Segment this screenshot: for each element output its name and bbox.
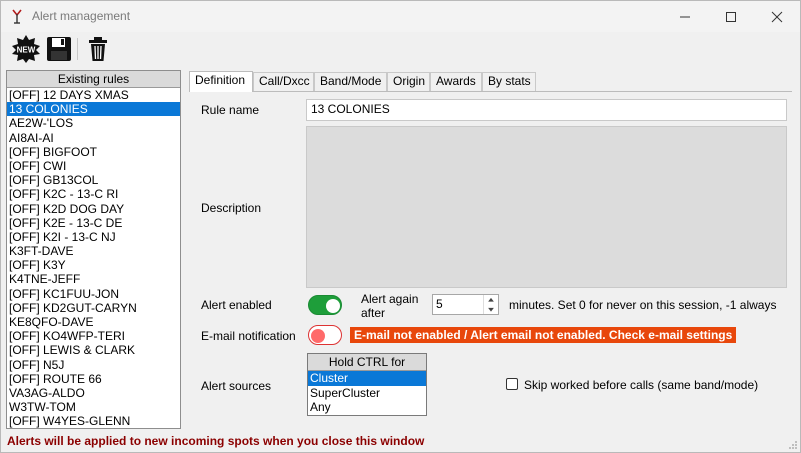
alert-management-window: Alert management NEW Existing rules [OFF… xyxy=(0,0,801,453)
tab-band-mode[interactable]: Band/Mode xyxy=(314,72,387,91)
rule-list-item[interactable]: [OFF] K2C - 13-C RI xyxy=(7,187,180,201)
rule-list-item[interactable]: [OFF] N5J xyxy=(7,358,180,372)
rule-name-label: Rule name xyxy=(201,103,260,117)
save-icon xyxy=(47,37,71,61)
alert-source-item[interactable]: SuperCluster xyxy=(308,386,426,401)
skip-worked-checkbox[interactable] xyxy=(506,378,518,390)
alert-again-spinner[interactable]: 5 xyxy=(432,294,499,315)
tab-origin[interactable]: Origin xyxy=(387,72,430,91)
rule-list-item[interactable]: [OFF] W4YES-GLENN xyxy=(7,414,180,428)
rule-list-item[interactable]: KE8QFO-DAVE xyxy=(7,315,180,329)
alert-again-value: 5 xyxy=(436,297,443,311)
toolbar-separator xyxy=(77,38,78,60)
delete-rule-button[interactable] xyxy=(83,34,113,64)
spinner-down-icon[interactable] xyxy=(484,305,498,315)
alert-sources-listbox: Hold CTRL for Cluster SuperCluster Any xyxy=(307,353,427,416)
rule-list-item[interactable]: K4TNE-JEFF xyxy=(7,272,180,286)
existing-rules-panel: Existing rules [OFF] 12 DAYS XMAS 13 COLO… xyxy=(6,70,181,429)
rule-list-item[interactable]: [OFF] K2E - 13-C DE xyxy=(7,216,180,230)
alert-sources-label: Alert sources xyxy=(201,379,272,393)
alert-sources-header: Hold CTRL for xyxy=(308,354,426,371)
alert-source-item[interactable]: Cluster xyxy=(308,371,426,386)
spinner-up-icon[interactable] xyxy=(484,295,498,305)
rule-list-item[interactable]: AE2W-'LOS xyxy=(7,116,180,130)
email-warning-banner: E-mail not enabled / Alert email not ena… xyxy=(350,327,737,343)
rule-name-input[interactable]: 13 COLONIES xyxy=(306,99,787,121)
rule-list-item[interactable]: [OFF] KO4WFP-TERI xyxy=(7,329,180,343)
alert-again-suffix: minutes. Set 0 for never on this session… xyxy=(509,298,777,312)
toggle-knob xyxy=(311,329,325,343)
alert-enabled-toggle[interactable] xyxy=(308,295,342,315)
rule-list-item[interactable]: 13 COLONIES xyxy=(7,102,180,117)
tab-awards[interactable]: Awards xyxy=(430,72,482,91)
rule-list-item[interactable]: AI8AI-AI xyxy=(7,131,180,145)
maximize-button[interactable] xyxy=(708,1,754,32)
trash-icon xyxy=(89,37,107,61)
antenna-app-icon xyxy=(12,9,22,24)
rule-list-item[interactable]: [OFF] K3Y xyxy=(7,258,180,272)
maximize-icon xyxy=(726,12,736,22)
new-rule-button[interactable]: NEW xyxy=(11,34,41,64)
tab-by-stats[interactable]: By stats xyxy=(482,72,536,91)
existing-rules-list[interactable]: [OFF] 12 DAYS XMAS 13 COLONIES AE2W-'LOS AI… xyxy=(7,88,180,429)
toggle-knob xyxy=(326,299,340,313)
rule-list-item[interactable]: K3FT-DAVE xyxy=(7,244,180,258)
rule-list-item[interactable]: W3TW-TOM xyxy=(7,400,180,414)
rule-list-item[interactable]: [OFF] KC1FUU-JON xyxy=(7,287,180,301)
alert-sources-list[interactable]: Cluster SuperCluster Any xyxy=(308,371,426,415)
resize-grip-icon[interactable] xyxy=(788,440,798,450)
close-icon xyxy=(771,11,783,23)
minimize-button[interactable] xyxy=(662,1,708,32)
email-notification-toggle[interactable] xyxy=(308,325,342,345)
minimize-icon xyxy=(680,16,690,18)
alert-source-item[interactable]: Any xyxy=(308,400,426,415)
alert-again-label: Alert again after xyxy=(361,292,419,320)
tab-definition[interactable]: Definition xyxy=(189,71,253,92)
rule-list-item[interactable]: [OFF] 12 DAYS XMAS xyxy=(7,88,180,102)
close-button[interactable] xyxy=(754,1,800,32)
new-icon: NEW xyxy=(12,35,40,63)
rule-list-item[interactable]: [OFF] KD2GUT-CARYN xyxy=(7,301,180,315)
rule-list-item[interactable]: [OFF] K2I - 13-C NJ xyxy=(7,230,180,244)
rule-list-item[interactable]: [OFF] GB13COL xyxy=(7,173,180,187)
rule-list-item[interactable]: [OFF] LEWIS & CLARK xyxy=(7,343,180,357)
new-icon-label: NEW xyxy=(17,46,36,55)
rule-list-item[interactable]: [OFF] BIGFOOT xyxy=(7,145,180,159)
description-textarea[interactable] xyxy=(306,126,787,288)
rule-list-item[interactable]: VA3AG-ALDO xyxy=(7,386,180,400)
save-rule-button[interactable] xyxy=(44,34,74,64)
rule-list-item[interactable]: [OFF] K2D DOG DAY xyxy=(7,202,180,216)
toolbar: NEW xyxy=(1,32,800,66)
skip-worked-label: Skip worked before calls (same band/mode… xyxy=(524,378,759,392)
spinner-arrows xyxy=(483,295,498,314)
alert-enabled-label: Alert enabled xyxy=(201,298,272,312)
tab-call-dxcc[interactable]: Call/Dxcc xyxy=(253,72,314,91)
title-bar: Alert management xyxy=(1,1,800,32)
email-notification-label: E-mail notification xyxy=(201,329,296,343)
description-label: Description xyxy=(201,201,262,215)
rule-list-item[interactable]: [OFF] ROUTE 66 xyxy=(7,372,180,386)
status-message: Alerts will be applied to new incoming s… xyxy=(7,434,425,448)
window-title: Alert management xyxy=(32,9,131,23)
existing-rules-header: Existing rules xyxy=(7,71,180,88)
rule-list-item[interactable]: [OFF] CWI xyxy=(7,159,180,173)
